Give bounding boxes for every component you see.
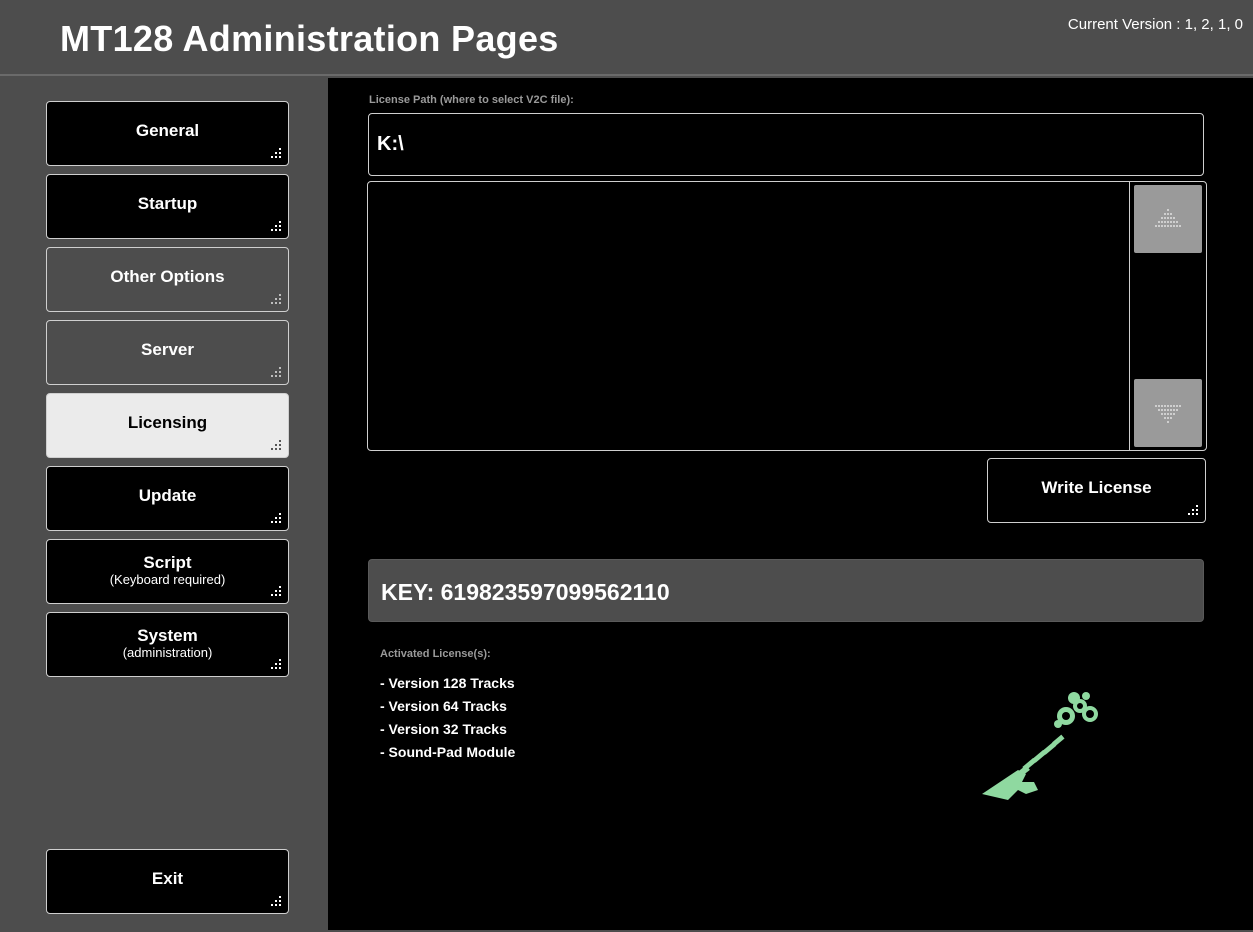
file-list[interactable] (367, 181, 1207, 451)
nav-system-label: System (137, 626, 198, 645)
resize-grip-icon (271, 148, 281, 158)
write-license-label: Write License (1041, 477, 1152, 497)
version-label: Current Version : 1, 2, 1, 0 (1067, 16, 1243, 33)
nav-update-label: Update (138, 485, 197, 505)
exit-button[interactable]: Exit (46, 849, 289, 914)
nav-server-button[interactable]: Server (46, 320, 289, 385)
app-title: MT128 Administration Pages (60, 18, 559, 59)
license-key-display: KEY: 619823597099562110 (368, 559, 1204, 622)
resize-grip-icon (271, 367, 281, 377)
nav-startup-button[interactable]: Startup (46, 174, 289, 239)
license-item: - Sound-Pad Module (380, 744, 516, 760)
license-item: - Version 32 Tracks (380, 721, 507, 737)
license-path-value: K:\ (377, 133, 404, 155)
license-item: - Version 64 Tracks (380, 698, 507, 714)
exit-label: Exit (151, 868, 184, 888)
nav-other-options-button[interactable]: Other Options (46, 247, 289, 312)
arrow-up-icon (1155, 209, 1181, 227)
nav-general-button[interactable]: General (46, 101, 289, 166)
arrow-down-icon (1155, 405, 1181, 423)
file-list-scrollbar[interactable] (1129, 182, 1206, 450)
nav-script-label: Script (143, 553, 192, 572)
resize-grip-icon (271, 586, 281, 596)
nav-other-options-label: Other Options (110, 266, 225, 286)
resize-grip-icon (271, 294, 281, 304)
nav-system-sublabel: (administration) (122, 645, 213, 660)
resize-grip-icon (1188, 505, 1198, 515)
resize-grip-icon (271, 659, 281, 669)
write-license-button[interactable]: Write License (987, 458, 1206, 523)
nav-licensing-label: Licensing (127, 412, 208, 432)
license-key-text: KEY: 619823597099562110 (381, 579, 670, 605)
nav-general-label: General (135, 120, 200, 140)
license-key-graphic (982, 692, 1098, 800)
nav-script-button[interactable]: Script (Keyboard required) (46, 539, 289, 604)
resize-grip-icon (271, 221, 281, 231)
nav-update-button[interactable]: Update (46, 466, 289, 531)
nav-system-button[interactable]: System (administration) (46, 612, 289, 677)
license-item: - Version 128 Tracks (380, 675, 515, 691)
nav-licensing-button[interactable]: Licensing (46, 393, 289, 458)
licensing-panel: License Path (where to select V2C file):… (328, 78, 1253, 930)
nav-startup-label: Startup (137, 193, 198, 213)
activated-licenses-label: Activated License(s): (380, 648, 491, 660)
license-path-field[interactable]: K:\ (368, 113, 1204, 176)
license-path-label: License Path (where to select V2C file): (369, 94, 574, 106)
sidebar: General Startup Other Options Server Lic… (0, 78, 328, 932)
resize-grip-icon (271, 513, 281, 523)
activated-licenses-list: - Version 128 Tracks - Version 64 Tracks… (380, 672, 515, 764)
resize-grip-icon (271, 896, 281, 906)
scroll-down-button[interactable] (1134, 379, 1202, 447)
header: MT128 Administration Pages Current Versi… (0, 0, 1253, 76)
resize-grip-icon (271, 440, 281, 450)
nav-script-sublabel: (Keyboard required) (109, 572, 226, 587)
scroll-up-button[interactable] (1134, 185, 1202, 253)
nav-server-label: Server (141, 339, 194, 359)
